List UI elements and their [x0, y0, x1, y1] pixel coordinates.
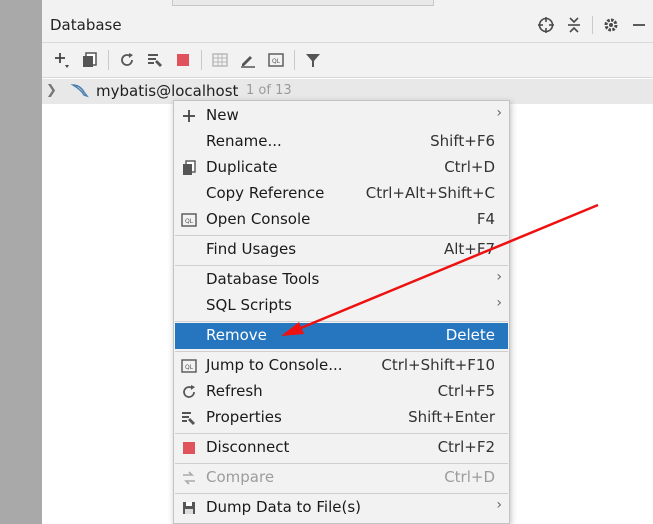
gear-icon[interactable] [597, 14, 625, 36]
left-gutter [0, 0, 42, 524]
plus-icon [180, 107, 198, 125]
menu-item-refresh[interactable]: Refresh Ctrl+F5 [175, 379, 508, 405]
datasource-name: mybatis@localhost [96, 82, 239, 100]
menu-separator [175, 235, 508, 236]
menu-separator [175, 433, 508, 434]
crosshair-icon[interactable] [532, 14, 560, 36]
collapse-icon[interactable] [560, 14, 588, 36]
editor-tab[interactable] [172, 0, 434, 6]
menu-item-duplicate[interactable]: Duplicate Ctrl+D [175, 155, 508, 181]
editor-tab-strip [42, 0, 653, 8]
menu-item-copy-reference[interactable]: Copy Reference Ctrl+Alt+Shift+C [175, 181, 508, 207]
filter-icon[interactable] [299, 48, 327, 72]
stop-icon [180, 439, 198, 457]
chevron-right-icon[interactable]: ❯ [46, 83, 57, 98]
menu-item-database-tools[interactable]: Database Tools › [175, 267, 508, 293]
mysql-dolphin-icon [70, 82, 90, 104]
menu-item-jump-to-console[interactable]: QL Jump to Console... Ctrl+Shift+F10 [175, 353, 508, 379]
console-icon[interactable]: QL [262, 48, 290, 72]
svg-text:QL: QL [272, 58, 281, 65]
submenu-arrow-icon: › [496, 295, 502, 311]
menu-item-properties[interactable]: Properties Shift+Enter [175, 405, 508, 431]
panel-title: Database [50, 16, 122, 34]
header-separator [592, 16, 593, 34]
save-icon [180, 499, 198, 517]
add-icon[interactable] [48, 48, 76, 72]
context-menu: New › Rename... Shift+F6 Duplicate Ctrl+… [173, 100, 510, 524]
menu-item-compare[interactable]: Compare Ctrl+D [175, 465, 508, 491]
menu-item-dump-data[interactable]: Dump Data to File(s) › [175, 495, 508, 521]
menu-separator [175, 265, 508, 266]
stop-icon[interactable] [169, 48, 197, 72]
menu-item-open-console[interactable]: QL Open Console F4 [175, 207, 508, 233]
menu-separator [175, 463, 508, 464]
submenu-arrow-icon: › [496, 105, 502, 121]
database-toolbar: QL [42, 43, 653, 78]
edit-icon[interactable] [234, 48, 262, 72]
menu-separator [175, 351, 508, 352]
database-panel-header: Database [42, 8, 653, 43]
datasource-count: 1 of 13 [246, 83, 292, 98]
menu-item-sql-scripts[interactable]: SQL Scripts › [175, 293, 508, 319]
menu-item-new[interactable]: New › [175, 103, 508, 129]
submenu-arrow-icon: › [496, 269, 502, 285]
menu-item-find-usages[interactable]: Find Usages Alt+F7 [175, 237, 508, 263]
submenu-arrow-icon: › [496, 497, 502, 513]
duplicate-icon [180, 159, 198, 177]
svg-text:QL: QL [185, 364, 194, 371]
table-icon[interactable] [206, 48, 234, 72]
console-icon: QL [180, 357, 198, 375]
menu-item-disconnect[interactable]: Disconnect Ctrl+F2 [175, 435, 508, 461]
svg-text:QL: QL [185, 218, 194, 225]
menu-item-remove[interactable]: Remove Delete [175, 323, 508, 349]
refresh-icon [180, 383, 198, 401]
minimize-icon[interactable] [625, 14, 653, 36]
menu-separator [175, 493, 508, 494]
properties-icon [180, 409, 198, 427]
menu-item-rename[interactable]: Rename... Shift+F6 [175, 129, 508, 155]
duplicate-icon[interactable] [76, 48, 104, 72]
menu-separator [175, 321, 508, 322]
refresh-icon[interactable] [113, 48, 141, 72]
console-icon: QL [180, 211, 198, 229]
compare-icon [180, 469, 198, 487]
properties-icon[interactable] [141, 48, 169, 72]
